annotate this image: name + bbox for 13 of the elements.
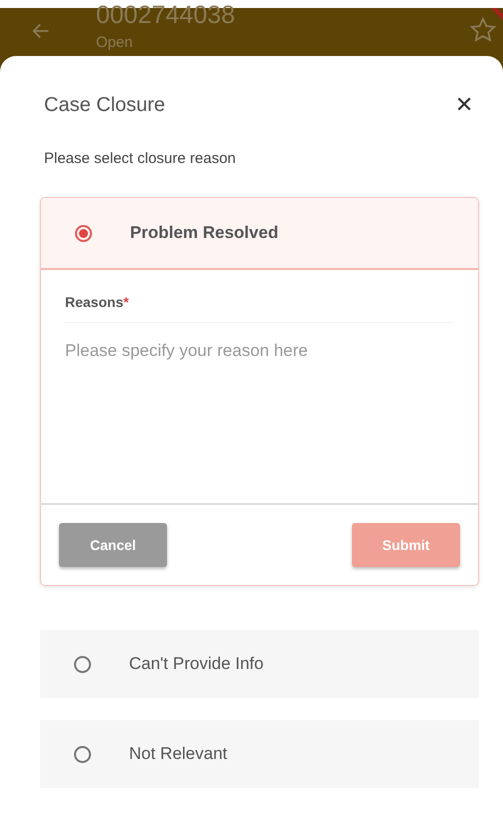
option-item[interactable]: Problem Resolved [41, 198, 478, 270]
sheet-title: Case Closure [44, 94, 166, 116]
case-status: Open [96, 34, 134, 51]
radio-icon[interactable] [74, 746, 91, 762]
prompt-text: Please select closure reason [44, 150, 237, 167]
case-number: 0002744038 [96, 4, 236, 26]
option-item[interactable]: Not Relevant [40, 720, 479, 788]
star-icon[interactable] [469, 16, 497, 44]
radio-icon[interactable] [75, 224, 92, 242]
option-item[interactable]: Can't Provide Info [40, 630, 479, 698]
close-button[interactable]: ✕ [455, 92, 473, 118]
field-label: Reasons* [65, 294, 129, 310]
radio-icon[interactable] [74, 656, 91, 672]
